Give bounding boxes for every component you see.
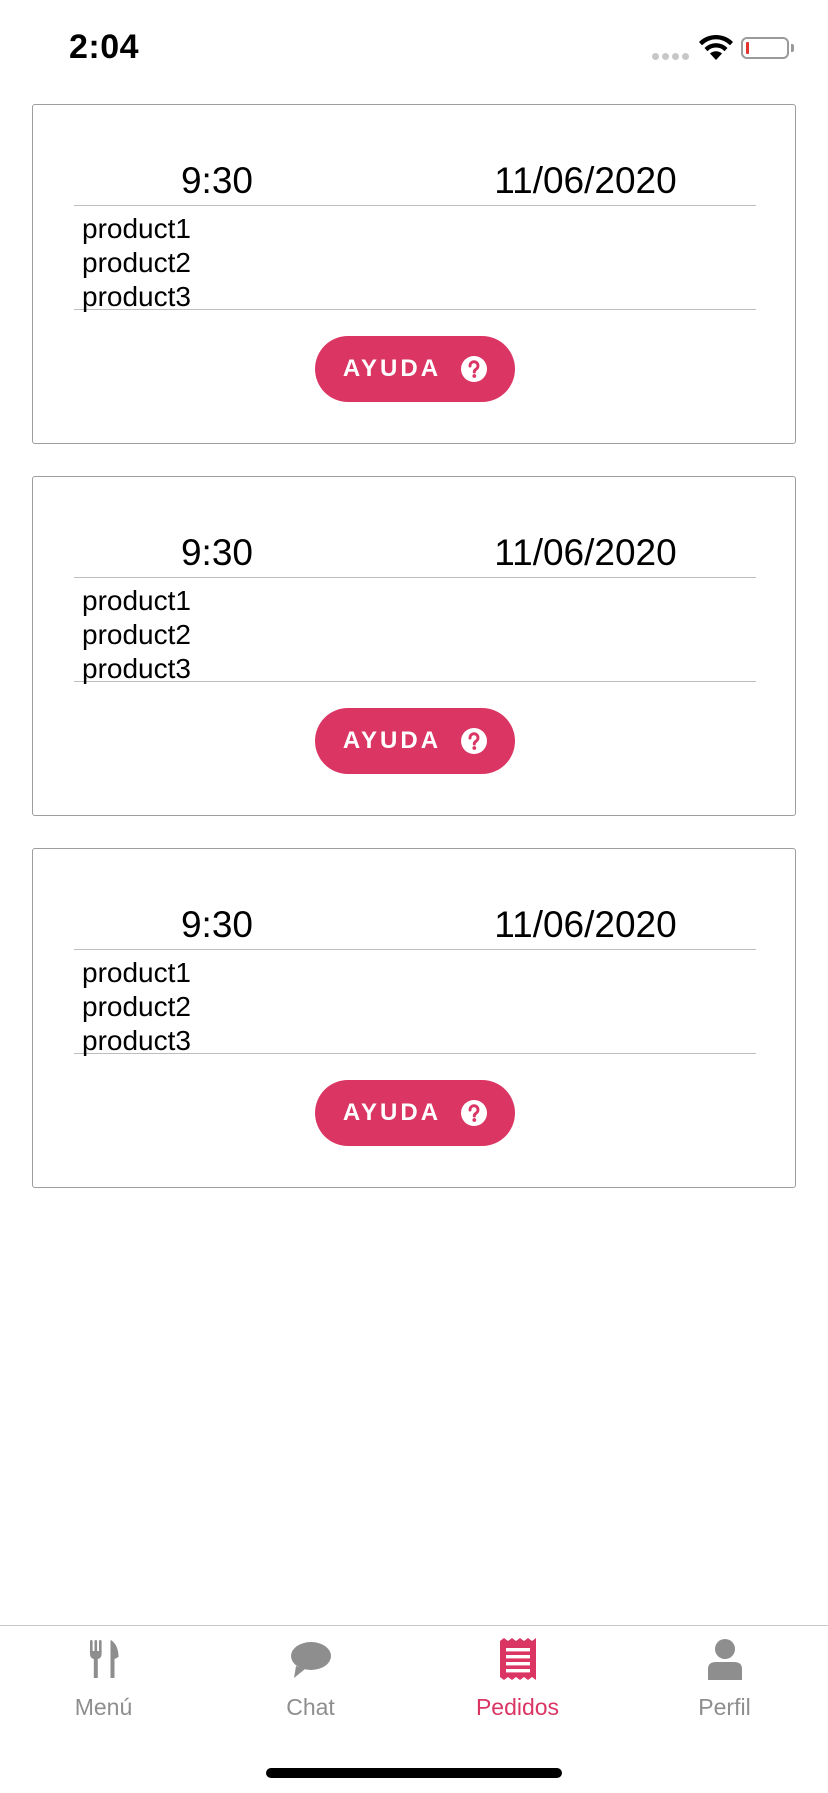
chat-bubble-icon	[291, 1642, 331, 1678]
battery-tip	[791, 44, 794, 52]
product-item: product2	[82, 247, 191, 278]
order-date: 11/06/2020	[494, 160, 677, 201]
help-button[interactable]: AYUDA	[315, 1080, 515, 1146]
question-circle-icon	[461, 1100, 488, 1126]
status-bar: 2:04	[0, 0, 828, 100]
tab-chat[interactable]: Chat	[207, 1626, 414, 1736]
order-header: 9:30 11/06/2020	[74, 901, 756, 950]
tab-label: Perfil	[698, 1694, 751, 1720]
tab-menu[interactable]: Menú	[0, 1626, 207, 1736]
tab-label: Menú	[74, 1694, 133, 1720]
order-date: 11/06/2020	[494, 904, 677, 945]
home-indicator	[266, 1768, 562, 1778]
product-list: product1 product2 product3	[74, 956, 756, 1056]
help-button-label: AYUDA	[342, 727, 442, 754]
product-item: product1	[82, 213, 191, 244]
order-date: 11/06/2020	[494, 532, 677, 573]
tab-label: Chat	[286, 1694, 335, 1720]
order-card: 9:30 11/06/2020 product1 product2 produc…	[32, 848, 796, 1188]
wifi-icon	[699, 34, 733, 60]
status-time: 2:04	[69, 28, 140, 66]
order-card: 9:30 11/06/2020 product1 product2 produc…	[32, 104, 796, 444]
help-button-label: AYUDA	[342, 355, 442, 382]
order-header: 9:30 11/06/2020	[74, 157, 756, 206]
order-time: 9:30	[180, 904, 253, 945]
product-item: product2	[82, 991, 191, 1022]
order-card: 9:30 11/06/2020 product1 product2 produc…	[32, 476, 796, 816]
tab-perfil[interactable]: Perfil	[621, 1626, 828, 1736]
order-time: 9:30	[180, 532, 253, 573]
help-button[interactable]: AYUDA	[315, 708, 515, 774]
cellular-signal-icon	[652, 53, 689, 60]
receipt-icon	[500, 1638, 536, 1680]
question-circle-icon	[461, 728, 488, 754]
fork-knife-icon	[90, 1640, 119, 1678]
tab-pedidos[interactable]: Pedidos	[414, 1626, 621, 1736]
battery-icon	[741, 37, 789, 59]
product-list: product1 product2 product3	[74, 212, 756, 312]
question-circle-icon	[461, 356, 488, 382]
orders-list: 9:30 11/06/2020 product1 product2 produc…	[32, 104, 796, 1220]
order-header: 9:30 11/06/2020	[74, 529, 756, 578]
product-item: product1	[82, 957, 191, 988]
product-item: product3	[82, 653, 191, 684]
order-time: 9:30	[180, 160, 253, 201]
product-list: product1 product2 product3	[74, 584, 756, 684]
help-button[interactable]: AYUDA	[315, 336, 515, 402]
product-item: product3	[82, 281, 191, 312]
product-item: product3	[82, 1025, 191, 1056]
product-item: product1	[82, 585, 191, 616]
help-button-label: AYUDA	[342, 1099, 442, 1126]
tab-label: Pedidos	[475, 1694, 560, 1720]
product-item: product2	[82, 619, 191, 650]
person-icon	[708, 1639, 742, 1680]
